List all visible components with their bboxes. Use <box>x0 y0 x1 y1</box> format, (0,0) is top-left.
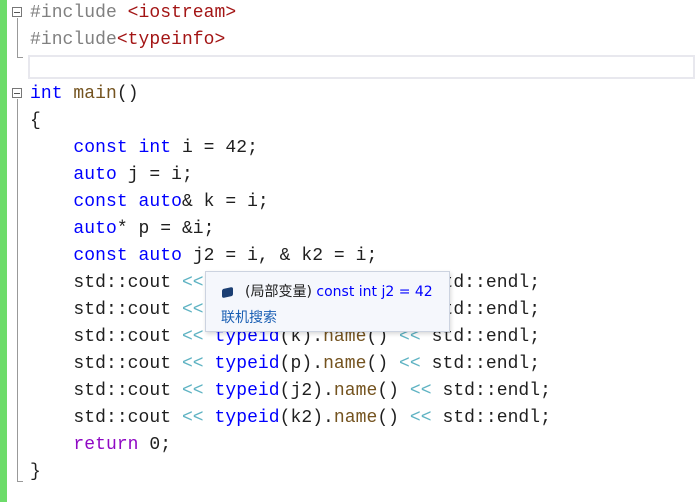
code-line[interactable]: return 0; <box>30 432 171 459</box>
code-token: <iostream> <box>127 3 237 23</box>
code-line[interactable]: std::cout << typeid(j2).name() << std::e… <box>30 378 551 405</box>
code-line[interactable]: std::cout << typeid(p).name() << std::en… <box>30 351 540 378</box>
code-token: typeid <box>214 408 280 428</box>
code-token: auto <box>73 219 117 239</box>
code-line[interactable]: const auto& k = i; <box>30 189 269 216</box>
code-token: <typeinfo> <box>116 30 226 50</box>
code-token: std::endl; <box>431 408 551 428</box>
code-token: () <box>377 381 410 401</box>
code-line[interactable]: std::cout << typeid(k2).name() << std::e… <box>30 405 551 432</box>
code-line[interactable]: int main() <box>30 81 139 108</box>
fold-guide-end <box>17 481 23 482</box>
code-token: { <box>30 111 41 131</box>
code-token: << <box>181 354 204 374</box>
code-token: j = i; <box>116 165 193 185</box>
code-line[interactable]: #include<typeinfo> <box>30 27 225 54</box>
fold-guide-end <box>17 57 23 58</box>
code-line[interactable]: const int i = 42; <box>30 135 258 162</box>
code-token: name <box>333 408 378 428</box>
code-token: () <box>116 84 139 104</box>
code-token: i = 42; <box>171 138 258 158</box>
local-variable-icon <box>222 286 233 299</box>
code-token: << <box>409 408 432 428</box>
code-line[interactable]: auto j = i; <box>30 162 193 189</box>
code-token: main <box>73 84 117 104</box>
code-token: (p). <box>279 354 324 374</box>
fold-guide <box>17 99 18 481</box>
code-token: name <box>333 381 378 401</box>
code-token: std::endl; <box>431 381 551 401</box>
code-token: () <box>377 408 410 428</box>
tooltip-signature: const int j2 = 42 <box>316 284 433 300</box>
fold-toggle-main[interactable] <box>12 88 22 98</box>
code-token: return <box>73 435 139 455</box>
code-token: std::cout <box>30 273 182 293</box>
code-token: * p = &i; <box>116 219 215 239</box>
code-token: } <box>30 462 41 482</box>
code-line[interactable]: const auto j2 = i, & k2 = i; <box>30 243 377 270</box>
code-token: 0; <box>138 435 172 455</box>
code-token: auto <box>138 246 182 266</box>
code-token: << <box>181 273 204 293</box>
tooltip-prefix: (局部变量) <box>245 284 312 300</box>
code-token: (k2). <box>279 408 334 428</box>
code-token: << <box>181 327 204 347</box>
code-token: << <box>181 300 204 320</box>
code-token: std::cout <box>30 354 182 374</box>
code-token: auto <box>73 165 117 185</box>
code-token: const <box>73 192 128 212</box>
online-search-link[interactable]: 联机搜索 <box>221 307 277 327</box>
current-line-highlight <box>28 55 695 79</box>
change-margin <box>0 0 7 502</box>
code-line[interactable]: { <box>30 108 41 135</box>
code-line[interactable]: #include <iostream> <box>30 0 236 27</box>
code-token: #include <box>30 30 117 50</box>
code-token: & k = i; <box>181 192 269 212</box>
code-token: typeid <box>214 381 280 401</box>
code-line[interactable]: } <box>30 459 41 486</box>
code-token: << <box>399 354 421 374</box>
code-token: typeid <box>214 354 280 374</box>
code-token: std::endl; <box>420 354 541 374</box>
fold-toggle-includes[interactable] <box>12 7 22 17</box>
code-token: j2 = i, & k2 = i; <box>181 246 378 266</box>
code-token: name <box>323 354 367 374</box>
code-token: () <box>366 354 400 374</box>
code-token: #include <box>30 3 128 23</box>
code-token: std::cout <box>30 408 182 428</box>
code-token: const <box>73 138 128 158</box>
fold-guide <box>17 18 18 58</box>
quick-info-tooltip: (局部变量) const int j2 = 42 联机搜索 <box>205 271 450 332</box>
code-token: << <box>181 381 204 401</box>
code-token: int <box>138 138 172 158</box>
code-token: std::cout <box>30 300 182 320</box>
code-token: const <box>73 246 128 266</box>
code-token: std::cout <box>30 327 182 347</box>
code-token: << <box>409 381 432 401</box>
code-token: << <box>181 408 204 428</box>
code-token: (j2). <box>279 381 334 401</box>
code-token: std::cout <box>30 381 182 401</box>
code-token: auto <box>138 192 182 212</box>
code-token: int <box>30 84 63 104</box>
code-line[interactable]: auto* p = &i; <box>30 216 215 243</box>
